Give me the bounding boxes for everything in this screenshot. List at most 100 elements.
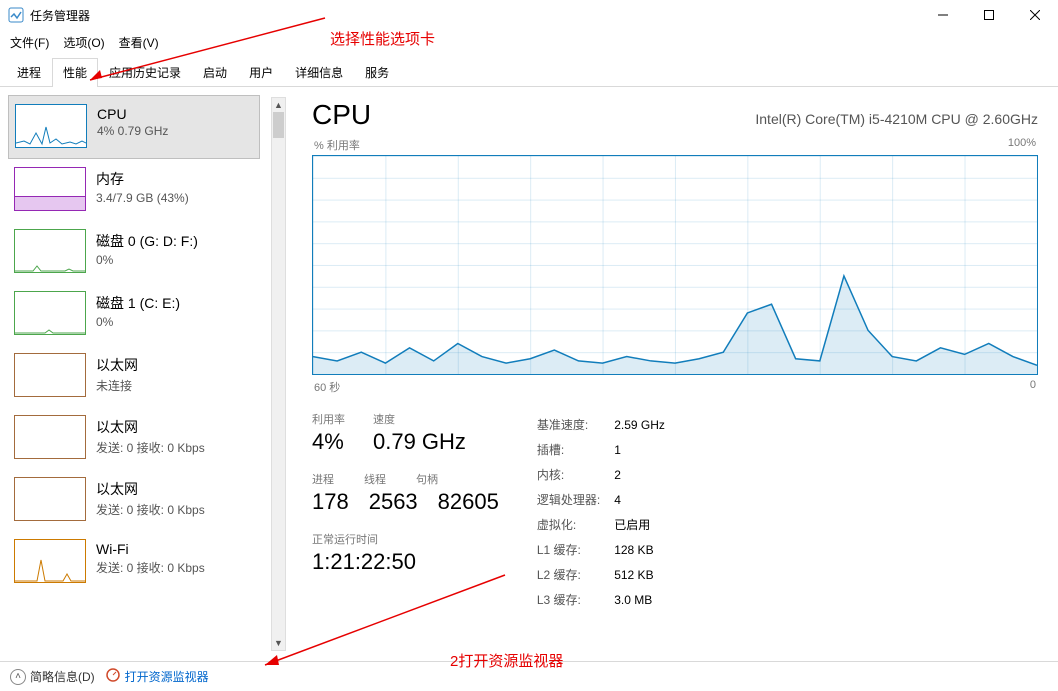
footer: ˄ 简略信息(D) 打开资源监视器 [0,661,1058,691]
base-speed-label: 基准速度: [537,413,612,436]
mini-chart-disk0 [14,229,86,273]
sidebar-item-disk1[interactable]: 磁盘 1 (C: E:) 0% [8,283,260,345]
uptime-label: 正常运行时间 [312,531,499,547]
proc-value: 178 [312,489,349,515]
menubar: 文件(F) 选项(O) 查看(V) [0,30,1058,54]
stats-left: 利用率 4% 速度 0.79 GHz 进程 线程 句柄 178 2563 [312,411,499,613]
chart-x-right: 0 [1030,379,1036,395]
mini-chart-cpu [15,104,87,148]
cpu-model: Intel(R) Core(TM) i5-4210M CPU @ 2.60GHz [755,111,1038,127]
l3-value: 3.0 MB [614,588,677,611]
proc-label: 进程 [312,471,334,487]
app-icon [8,7,24,23]
resource-monitor-icon [105,667,121,686]
chart-y-label: % 利用率 [314,137,360,153]
handle-label: 句柄 [416,471,438,487]
cores-label: 内核: [537,463,612,486]
sidebar-item-wifi[interactable]: Wi-Fi 发送: 0 接收: 0 Kbps [8,531,260,593]
stats-right: 基准速度:2.59 GHz 插槽:1 内核:2 逻辑处理器:4 虚拟化:已启用 … [535,411,679,613]
sidebar-item-sub: 0% [96,315,180,329]
tab-performance[interactable]: 性能 [52,58,98,86]
cores-value: 2 [614,463,677,486]
speed-value: 0.79 GHz [373,429,466,455]
sidebar-item-sub: 发送: 0 接收: 0 Kbps [96,439,205,456]
scroll-up-icon[interactable]: ▲ [272,98,285,112]
chart-y-max: 100% [1008,137,1036,153]
sidebar-item-sub: 3.4/7.9 GB (43%) [96,191,189,205]
sidebar: CPU 4% 0.79 GHz 内存 3.4/7.9 GB (43%) 磁盘 0… [0,87,288,661]
lprocs-value: 4 [614,488,677,511]
tab-startup[interactable]: 启动 [192,58,238,86]
close-button[interactable] [1012,0,1058,30]
titlebar: 任务管理器 [0,0,1058,30]
sockets-value: 1 [614,438,677,461]
chart-x-left: 60 秒 [314,379,340,395]
sidebar-item-disk0[interactable]: 磁盘 0 (G: D: F:) 0% [8,221,260,283]
sidebar-item-label: 以太网 [96,479,205,499]
l1-label: L1 缓存: [537,538,612,561]
virt-label: 虚拟化: [537,513,612,536]
sidebar-item-label: 以太网 [96,355,138,375]
speed-label: 速度 [373,411,466,427]
sidebar-item-label: 内存 [96,169,189,189]
sidebar-item-label: 磁盘 0 (G: D: F:) [96,231,198,251]
main-pane: CPU Intel(R) Core(TM) i5-4210M CPU @ 2.6… [288,87,1058,661]
l2-label: L2 缓存: [537,563,612,586]
l1-value: 128 KB [614,538,677,561]
scroll-thumb[interactable] [273,112,284,138]
sidebar-item-eth2[interactable]: 以太网 发送: 0 接收: 0 Kbps [8,469,260,531]
maximize-button[interactable] [966,0,1012,30]
uptime-value: 1:21:22:50 [312,549,499,575]
mini-chart-disk1 [14,291,86,335]
thread-label: 线程 [364,471,386,487]
lprocs-label: 逻辑处理器: [537,488,612,511]
brief-label: 简略信息(D) [30,668,95,685]
mini-chart-eth2 [14,477,86,521]
scroll-down-icon[interactable]: ▼ [272,636,285,650]
base-speed-value: 2.59 GHz [614,413,677,436]
sidebar-item-label: Wi-Fi [96,541,205,557]
virt-value: 已启用 [614,513,677,536]
sidebar-item-sub: 4% 0.79 GHz [97,124,168,138]
resource-monitor-label: 打开资源监视器 [125,668,209,685]
chevron-up-icon: ˄ [10,669,26,685]
menu-file[interactable]: 文件(F) [10,34,49,51]
minimize-button[interactable] [920,0,966,30]
handle-value: 82605 [438,489,499,515]
window-title: 任务管理器 [30,7,90,24]
sidebar-item-sub: 发送: 0 接收: 0 Kbps [96,559,205,576]
sidebar-item-label: 磁盘 1 (C: E:) [96,293,180,313]
util-value: 4% [312,429,345,455]
l2-value: 512 KB [614,563,677,586]
sidebar-item-sub: 未连接 [96,377,138,394]
tab-users[interactable]: 用户 [238,58,284,86]
tab-app-history[interactable]: 应用历史记录 [98,58,192,86]
sidebar-item-label: CPU [97,106,168,122]
util-label: 利用率 [312,411,345,427]
sidebar-item-sub: 0% [96,253,198,267]
l3-label: L3 缓存: [537,588,612,611]
mini-chart-eth0 [14,353,86,397]
sidebar-item-label: 以太网 [96,417,205,437]
page-title: CPU [312,99,371,131]
scrollbar[interactable]: ▲ ▼ [271,97,286,651]
tab-details[interactable]: 详细信息 [284,58,354,86]
thread-value: 2563 [369,489,418,515]
tabs: 进程 性能 应用历史记录 启动 用户 详细信息 服务 [0,58,1058,87]
sidebar-item-eth0[interactable]: 以太网 未连接 [8,345,260,407]
menu-view[interactable]: 查看(V) [119,34,159,51]
sidebar-item-eth1[interactable]: 以太网 发送: 0 接收: 0 Kbps [8,407,260,469]
menu-options[interactable]: 选项(O) [63,34,104,51]
brief-info-button[interactable]: ˄ 简略信息(D) [10,668,95,685]
tab-processes[interactable]: 进程 [6,58,52,86]
resource-monitor-link[interactable]: 打开资源监视器 [105,667,209,686]
tab-services[interactable]: 服务 [354,58,400,86]
sidebar-item-sub: 发送: 0 接收: 0 Kbps [96,501,205,518]
sidebar-item-memory[interactable]: 内存 3.4/7.9 GB (43%) [8,159,260,221]
sockets-label: 插槽: [537,438,612,461]
mini-chart-memory [14,167,86,211]
cpu-chart [312,155,1038,375]
sidebar-item-cpu[interactable]: CPU 4% 0.79 GHz [8,95,260,159]
mini-chart-wifi [14,539,86,583]
mini-chart-eth1 [14,415,86,459]
